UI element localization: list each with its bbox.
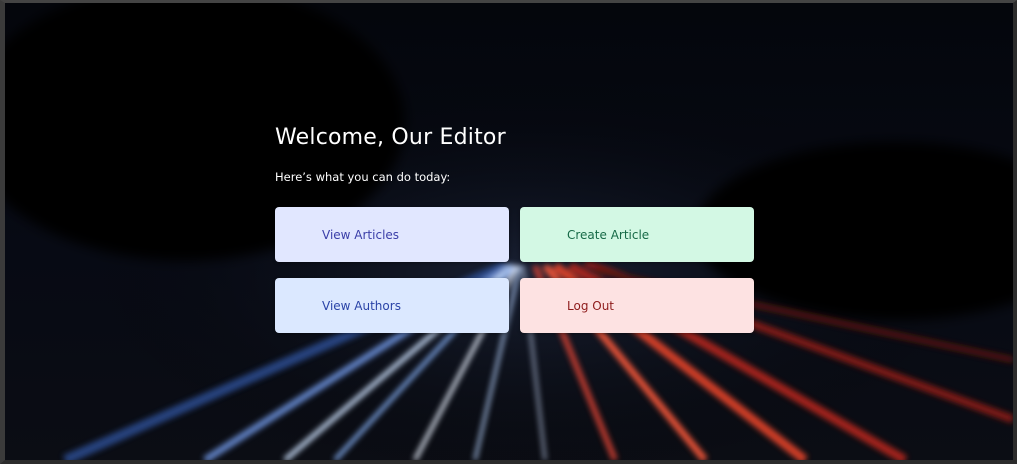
log-out-button[interactable]: Log Out [520, 278, 754, 333]
log-out-label: Log Out [567, 298, 615, 313]
highway-light-trails-background [5, 3, 1013, 460]
view-articles-label: View Articles [322, 227, 400, 242]
app-window: Welcome, Our Editor Here’s what you can … [0, 0, 1017, 464]
view-authors-label: View Authors [322, 298, 401, 313]
create-article-button[interactable]: Create Article [520, 207, 754, 262]
page-title: Welcome, Our Editor [275, 125, 506, 150]
create-article-label: Create Article [567, 227, 650, 242]
view-authors-button[interactable]: View Authors [275, 278, 509, 333]
view-articles-button[interactable]: View Articles [275, 207, 509, 262]
page-subtitle: Here’s what you can do today: [275, 170, 451, 184]
welcome-panel: Welcome, Our Editor Here’s what you can … [275, 123, 755, 333]
